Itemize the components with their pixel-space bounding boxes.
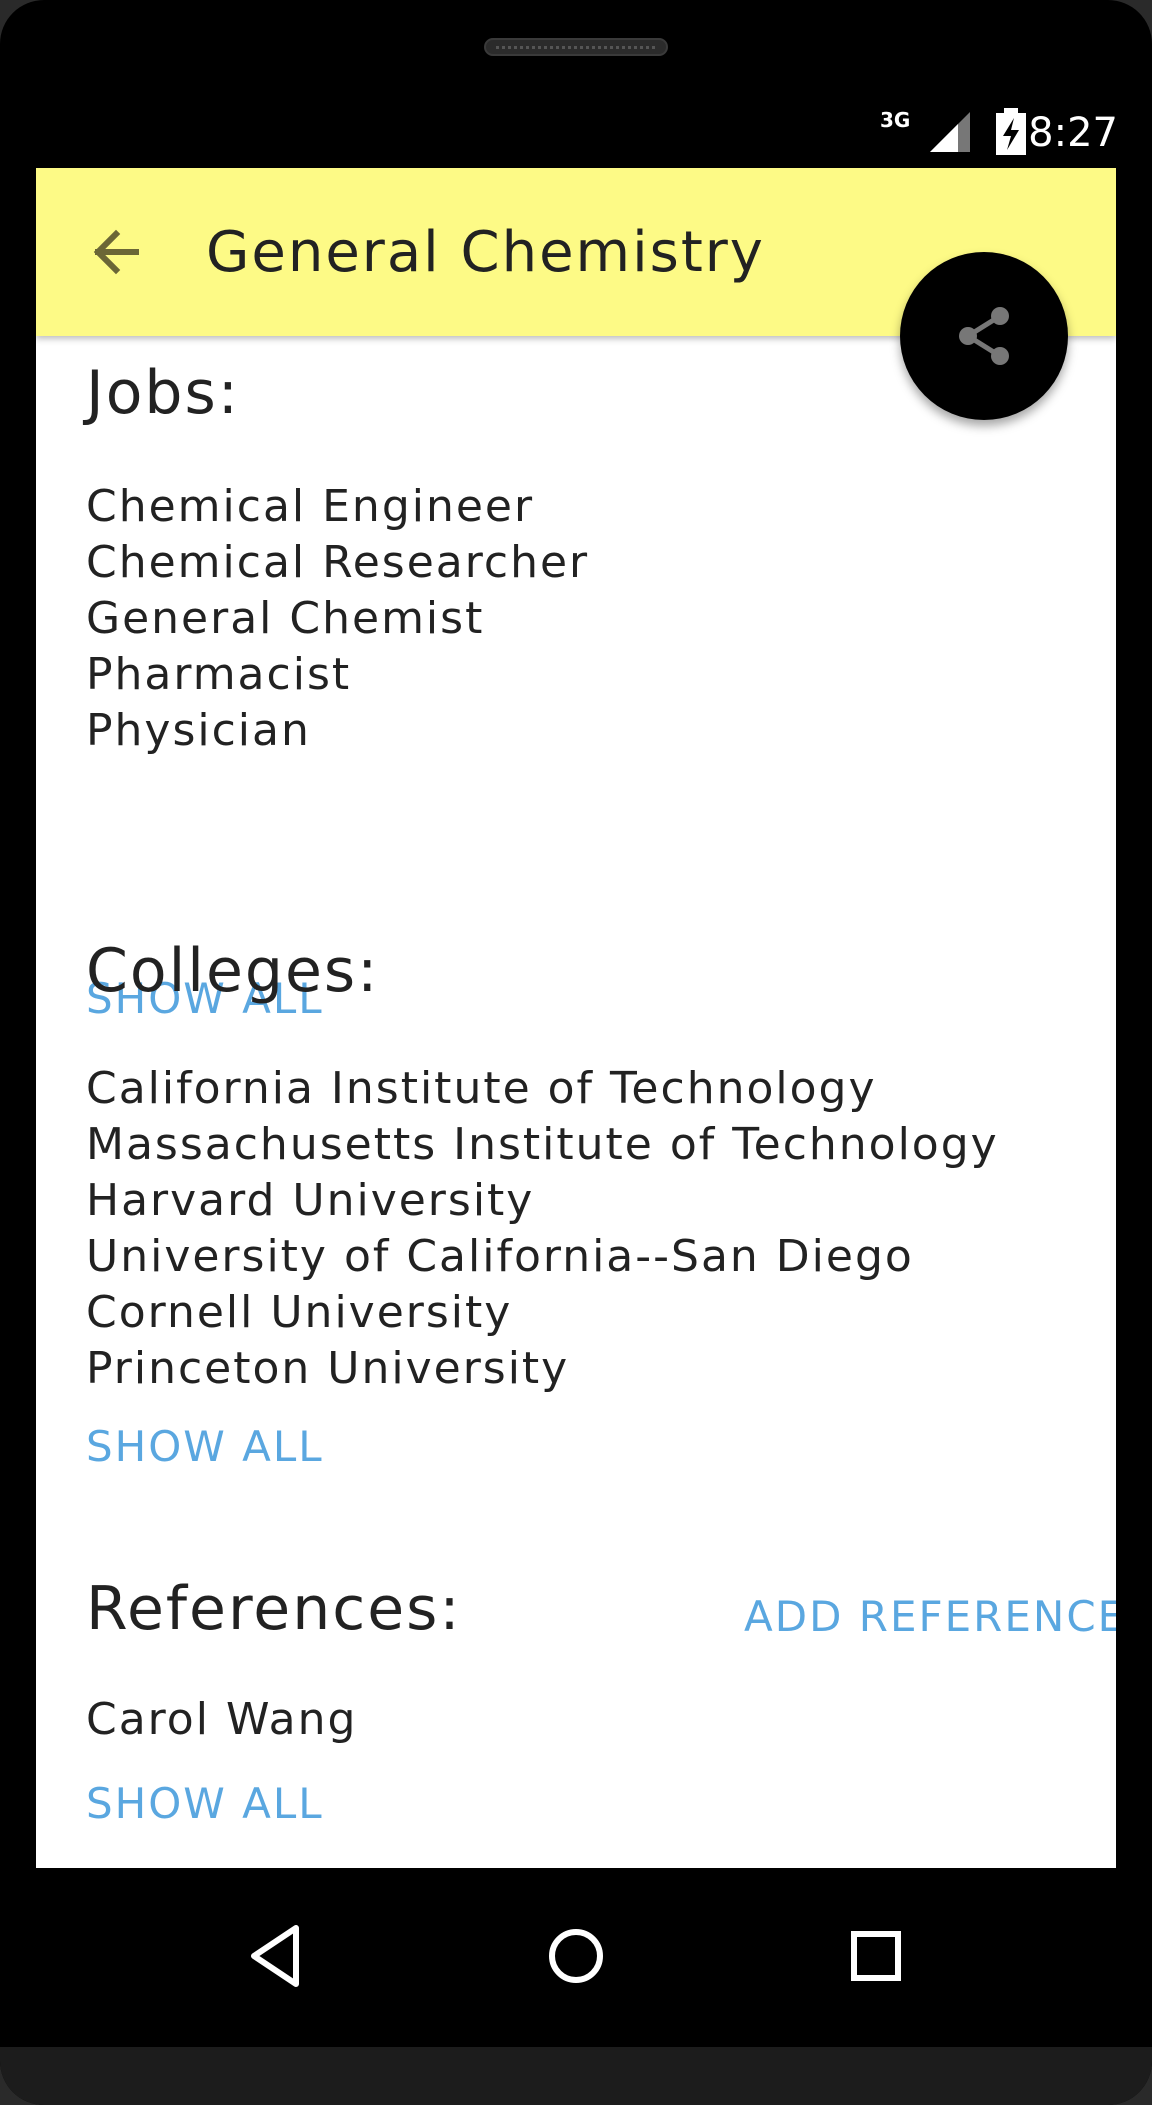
page-title: General Chemistry <box>206 220 765 285</box>
jobs-list: Chemical Engineer Chemical Researcher Ge… <box>86 479 589 759</box>
list-item: Chemical Researcher <box>86 537 590 588</box>
list-item: Cornell University <box>86 1287 513 1338</box>
share-button[interactable] <box>900 252 1068 420</box>
nav-recents-button[interactable] <box>836 1916 916 1996</box>
nav-back-button[interactable] <box>236 1916 316 1996</box>
nav-back-icon <box>251 1925 299 1987</box>
network-type-label: 3G <box>880 108 911 132</box>
colleges-list: California Institute of Technology Massa… <box>86 1061 999 1397</box>
share-icon <box>959 307 1009 365</box>
add-reference-button[interactable]: ADD REFERENCE <box>744 1592 1116 1641</box>
nav-home-icon <box>549 1929 603 1983</box>
list-item: General Chemist <box>86 593 485 644</box>
list-item: Princeton University <box>86 1343 570 1394</box>
colleges-heading: Colleges: <box>86 936 380 1006</box>
nav-recents-icon <box>851 1931 901 1981</box>
list-item: Carol Wang <box>86 1694 358 1745</box>
references-list: Carol Wang <box>86 1692 357 1748</box>
navigation-bar <box>36 1868 1116 2048</box>
jobs-heading: Jobs: <box>86 358 240 428</box>
device-bottom-bezel <box>0 2047 1152 2105</box>
colleges-show-all-link[interactable]: SHOW ALL <box>86 1422 324 1471</box>
status-clock: 8:27 <box>1028 110 1118 156</box>
list-item: Chemical Engineer <box>86 481 535 532</box>
list-item: Massachusetts Institute of Technology <box>86 1119 999 1170</box>
signal-icon <box>930 112 970 152</box>
speaker-grille <box>484 38 668 56</box>
references-show-all-link[interactable]: SHOW ALL <box>86 1779 324 1828</box>
nav-home-button[interactable] <box>536 1916 616 1996</box>
list-item: California Institute of Technology <box>86 1063 877 1114</box>
list-item: Harvard University <box>86 1175 535 1226</box>
list-item: Pharmacist <box>86 649 352 700</box>
device-frame: 3G 8:27 General Chemistry Jobs: Chemical… <box>0 0 1152 2105</box>
arrow-back-icon <box>93 229 139 275</box>
back-button[interactable] <box>84 220 148 284</box>
app-screen: General Chemistry Jobs: Chemical Enginee… <box>36 168 1116 1868</box>
list-item: Physician <box>86 705 311 756</box>
list-item: University of California--San Diego <box>86 1231 914 1282</box>
status-bar: 3G 8:27 <box>36 100 1118 168</box>
references-heading: References: <box>86 1574 462 1644</box>
